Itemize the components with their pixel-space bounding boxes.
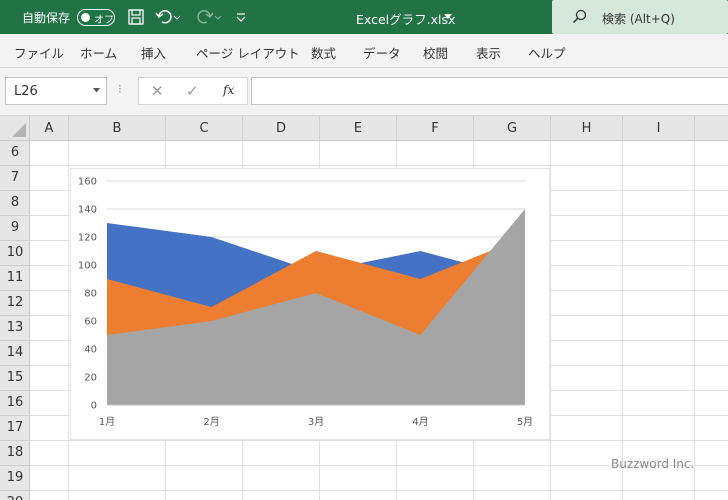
x-tick-label: 1月 [99, 416, 115, 428]
tab-data[interactable]: データ [363, 43, 401, 62]
tab-home[interactable]: ホーム [80, 43, 117, 62]
gridline [30, 165, 728, 166]
tab-review[interactable]: 校閲 [423, 43, 448, 62]
select-all-button[interactable] [0, 116, 30, 141]
gridline [30, 490, 728, 491]
filename-dropdown-icon[interactable] [444, 14, 452, 20]
formula-input[interactable] [251, 77, 728, 105]
y-tick-label: 160 [78, 177, 97, 188]
autosave-label: 自動保存 [22, 11, 71, 25]
more-options-icon[interactable]: ⁝ [118, 82, 122, 96]
x-tick-label: 2月 [203, 416, 219, 428]
formula-buttons: ✕ ✓ fx [138, 77, 248, 105]
row-header[interactable]: 12 [0, 291, 30, 316]
column-header-a[interactable]: A [30, 116, 69, 141]
x-tick-label: 3月 [308, 416, 324, 428]
autosave-toggle[interactable]: オフ [77, 9, 115, 26]
y-tick-label: 20 [84, 373, 97, 384]
tab-view[interactable]: 表示 [476, 43, 501, 62]
column-header-i[interactable]: I [623, 116, 695, 141]
row-header[interactable]: 7 [0, 166, 30, 191]
x-tick-label: 4月 [412, 416, 428, 428]
select-all-triangle-icon [12, 123, 26, 137]
row-header[interactable]: 9 [0, 216, 30, 241]
autosave-state: オフ [94, 15, 114, 26]
formula-bar: L26 ⁝ ✕ ✓ fx [0, 68, 728, 116]
redo-icon[interactable] [196, 8, 222, 26]
row-header[interactable]: 16 [0, 391, 30, 416]
column-header-d[interactable]: D [243, 116, 320, 141]
y-tick-label: 140 [78, 205, 97, 216]
y-tick-label: 80 [84, 289, 97, 300]
row-header[interactable]: 10 [0, 241, 30, 266]
column-header-f[interactable]: F [397, 116, 474, 141]
tab-file[interactable]: ファイル [14, 43, 64, 62]
tab-insert[interactable]: 挿入 [141, 43, 166, 62]
y-tick-label: 40 [84, 345, 97, 356]
insert-function-icon[interactable]: fx [223, 83, 234, 97]
gridline [68, 141, 69, 500]
chevron-down-icon[interactable] [93, 88, 100, 93]
row-header[interactable]: 20 [0, 491, 30, 500]
search-box[interactable]: 検索 (Alt+Q) [552, 0, 728, 34]
row-header[interactable]: 18 [0, 441, 30, 466]
x-tick-label: 5月 [517, 416, 533, 428]
column-header-g[interactable]: G [474, 116, 551, 141]
cancel-icon[interactable]: ✕ [151, 82, 164, 100]
row-header[interactable]: 13 [0, 316, 30, 341]
y-tick-label: 120 [78, 233, 97, 244]
save-icon[interactable] [127, 8, 145, 26]
file-name: Excelグラフ.xlsx [356, 12, 456, 27]
title-bar: 自動保存 オフ Excelグラフ.xlsx 検索 (Alt+Q) [0, 0, 728, 34]
ribbon-tabs: ファイル ホーム 挿入 ページ レイアウト 数式 データ 校閲 表示 ヘルプ [0, 34, 728, 68]
column-header-b[interactable]: B [69, 116, 166, 141]
search-icon [572, 9, 587, 24]
tab-formulas[interactable]: 数式 [311, 43, 336, 62]
gridline [622, 141, 623, 500]
name-box-value: L26 [14, 84, 38, 99]
gridline [694, 141, 695, 500]
name-box[interactable]: L26 [5, 77, 107, 105]
column-header-e[interactable]: E [320, 116, 397, 141]
row-header[interactable]: 6 [0, 141, 30, 166]
chart-canvas: 0 20 40 60 80 100 120 140 160 1月 2月 3月 4月 5月 [78, 177, 533, 429]
row-header[interactable]: 8 [0, 191, 30, 216]
enter-icon[interactable]: ✓ [186, 82, 199, 100]
row-header[interactable]: 17 [0, 416, 30, 441]
y-tick-label: 100 [78, 261, 97, 272]
column-headers: A B C D E F G H I [30, 116, 728, 141]
row-header[interactable]: 15 [0, 366, 30, 391]
y-tick-label: 60 [84, 317, 97, 328]
column-header-h[interactable]: H [551, 116, 623, 141]
column-header-c[interactable]: C [166, 116, 243, 141]
tab-help[interactable]: ヘルプ [528, 43, 566, 62]
row-header[interactable]: 14 [0, 341, 30, 366]
tab-page-layout[interactable]: ページ レイアウト [196, 43, 300, 62]
undo-icon[interactable] [155, 8, 181, 26]
customize-toolbar-icon[interactable] [234, 8, 248, 26]
toggle-knob [81, 13, 90, 22]
search-label: 検索 (Alt+Q) [602, 12, 675, 26]
row-header[interactable]: 19 [0, 466, 30, 491]
y-tick-label: 0 [91, 401, 97, 412]
row-header[interactable]: 11 [0, 266, 30, 291]
watermark: Buzzword Inc. [611, 457, 695, 471]
row-headers: 6 7 8 9 10 11 12 13 14 15 16 17 18 19 20 [0, 141, 30, 500]
area-chart[interactable]: 0 20 40 60 80 100 120 140 160 1月 2月 3月 4月 5月 [70, 168, 550, 440]
